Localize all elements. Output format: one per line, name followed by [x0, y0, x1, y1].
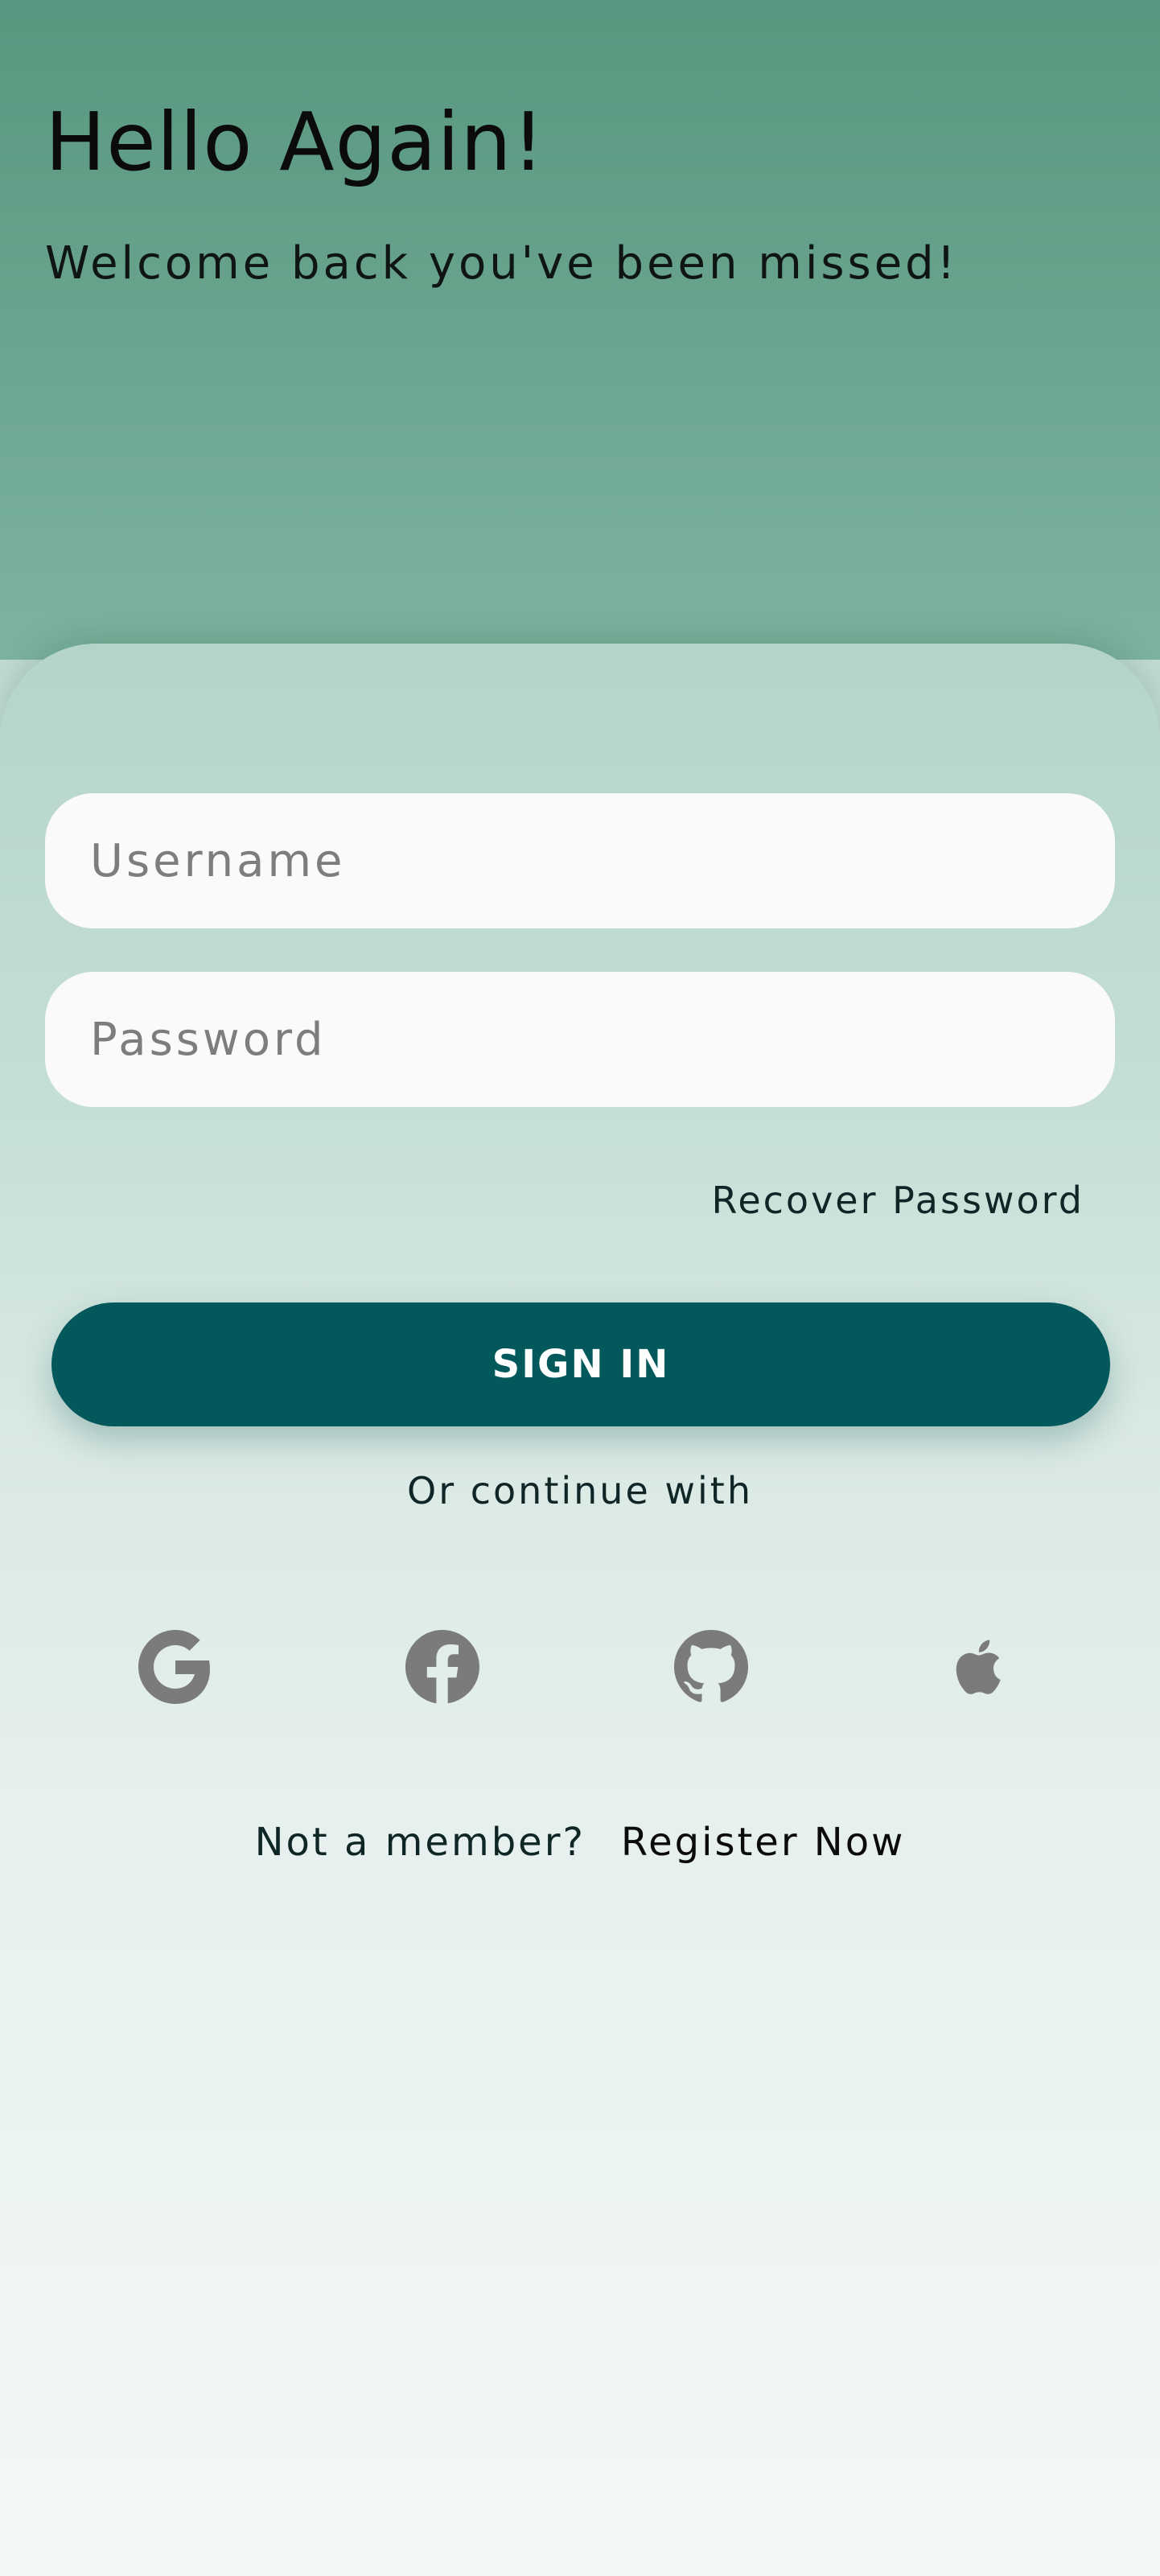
- google-login-button[interactable]: [135, 1625, 216, 1709]
- github-icon: [674, 1630, 748, 1702]
- username-input[interactable]: [45, 793, 1115, 928]
- sign-in-button[interactable]: SIGN IN: [51, 1302, 1110, 1426]
- not-a-member-label: Not a member?: [254, 1820, 586, 1865]
- recover-password-link[interactable]: Recover Password: [711, 1179, 1084, 1222]
- header-banner: Hello Again! Welcome back you've been mi…: [0, 0, 1160, 660]
- password-input[interactable]: [45, 972, 1115, 1107]
- apple-login-button[interactable]: [940, 1625, 1020, 1709]
- facebook-login-button[interactable]: [402, 1625, 483, 1709]
- page-title: Hello Again!: [45, 95, 545, 189]
- facebook-icon: [405, 1630, 479, 1704]
- google-icon: [138, 1630, 210, 1704]
- page-subtitle: Welcome back you've been missed!: [45, 237, 959, 290]
- register-prompt: Not a member? Register Now: [0, 1820, 1160, 1865]
- login-card: [0, 644, 1160, 2576]
- apple-icon: [956, 1640, 1001, 1694]
- or-continue-with-label: Or continue with: [407, 1469, 753, 1512]
- github-login-button[interactable]: [671, 1625, 751, 1709]
- register-now-link[interactable]: Register Now: [621, 1820, 905, 1865]
